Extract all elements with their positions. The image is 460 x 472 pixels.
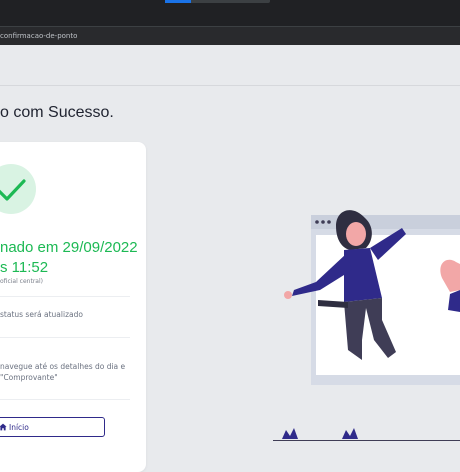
check-icon [0, 179, 26, 201]
browser-tab-strip [0, 0, 460, 26]
page-title: o com Sucesso. [0, 104, 114, 121]
details-line: navegue até os detalhes do dia e [0, 362, 126, 371]
success-message-date: nado em 29/09/2022 [0, 239, 138, 256]
illustration-window-bar [311, 215, 460, 229]
app-header [0, 45, 460, 86]
window-dot-icon [315, 220, 319, 224]
home-button-label: Início [9, 423, 29, 432]
success-illustration [273, 210, 460, 441]
divider [0, 296, 130, 297]
divider [0, 337, 130, 338]
success-message-time: s 11:52 [0, 259, 49, 276]
plant-icon [342, 428, 358, 439]
status-update-text: status será atualizado [0, 310, 83, 319]
browser-active-tab[interactable] [165, 0, 270, 3]
details-instructions: navegue até os detalhes do dia e "Compro… [0, 361, 140, 383]
url-text: confirmacao-de-ponto [0, 32, 78, 40]
person-hand [284, 291, 292, 299]
floor-line [273, 440, 460, 441]
browser-address-bar[interactable]: confirmacao-de-ponto [0, 26, 460, 45]
window-dot-icon [327, 220, 331, 224]
success-check-badge [0, 164, 36, 214]
official-time-note: oficial central) [0, 278, 43, 285]
plant-icon [282, 428, 298, 439]
divider [0, 399, 130, 400]
home-icon [0, 423, 7, 431]
details-line: "Comprovante" [0, 373, 58, 382]
person-face [346, 222, 366, 246]
window-dot-icon [321, 220, 325, 224]
home-button[interactable]: Início [0, 417, 105, 437]
